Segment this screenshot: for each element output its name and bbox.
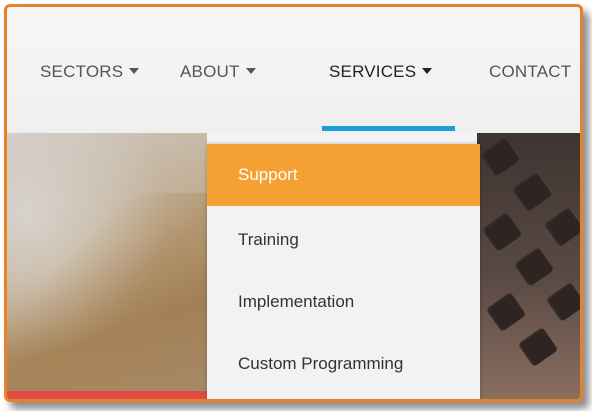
- top-navigation-bar: SECTORS ABOUT SERVICES CONTACT: [7, 7, 580, 133]
- nav-item-about[interactable]: ABOUT: [180, 62, 256, 86]
- hero-image-left: [7, 133, 207, 399]
- keyboard-key-shape: [543, 206, 580, 248]
- nav-item-services[interactable]: SERVICES: [329, 62, 433, 86]
- keyboard-key-shape: [513, 246, 555, 288]
- keyboard-key-shape: [485, 291, 527, 333]
- caret-down-icon: [129, 67, 140, 74]
- screenshot-frame: SECTORS ABOUT SERVICES CONTACT Support T…: [4, 4, 583, 402]
- active-tab-underline: [322, 126, 455, 131]
- nav-item-label: CONTACT: [489, 62, 572, 81]
- dropdown-item-support[interactable]: Support: [207, 144, 480, 206]
- keyboard-key-shape: [517, 326, 559, 368]
- keyboard-key-shape: [545, 281, 580, 323]
- keyboard-key-shape: [479, 136, 521, 178]
- nav-item-contact[interactable]: CONTACT: [489, 62, 571, 86]
- services-dropdown-menu: Support Training Implementation Custom P…: [207, 144, 480, 399]
- caret-down-icon: [245, 67, 256, 74]
- hero-image-right: [477, 133, 580, 399]
- nav-item-label: ABOUT: [180, 62, 240, 81]
- keyboard-key-shape: [481, 211, 523, 253]
- nav-item-label: SECTORS: [40, 62, 124, 81]
- nav-item-label: SERVICES: [329, 62, 417, 81]
- dropdown-item-custom-programming[interactable]: Custom Programming: [207, 333, 480, 395]
- caret-down-icon: [422, 67, 433, 74]
- dropdown-item-training[interactable]: Training: [207, 209, 480, 271]
- accent-bar: [7, 391, 207, 399]
- dropdown-item-implementation[interactable]: Implementation: [207, 271, 480, 333]
- nav-item-sectors[interactable]: SECTORS: [40, 62, 140, 86]
- keyboard-key-shape: [511, 171, 553, 213]
